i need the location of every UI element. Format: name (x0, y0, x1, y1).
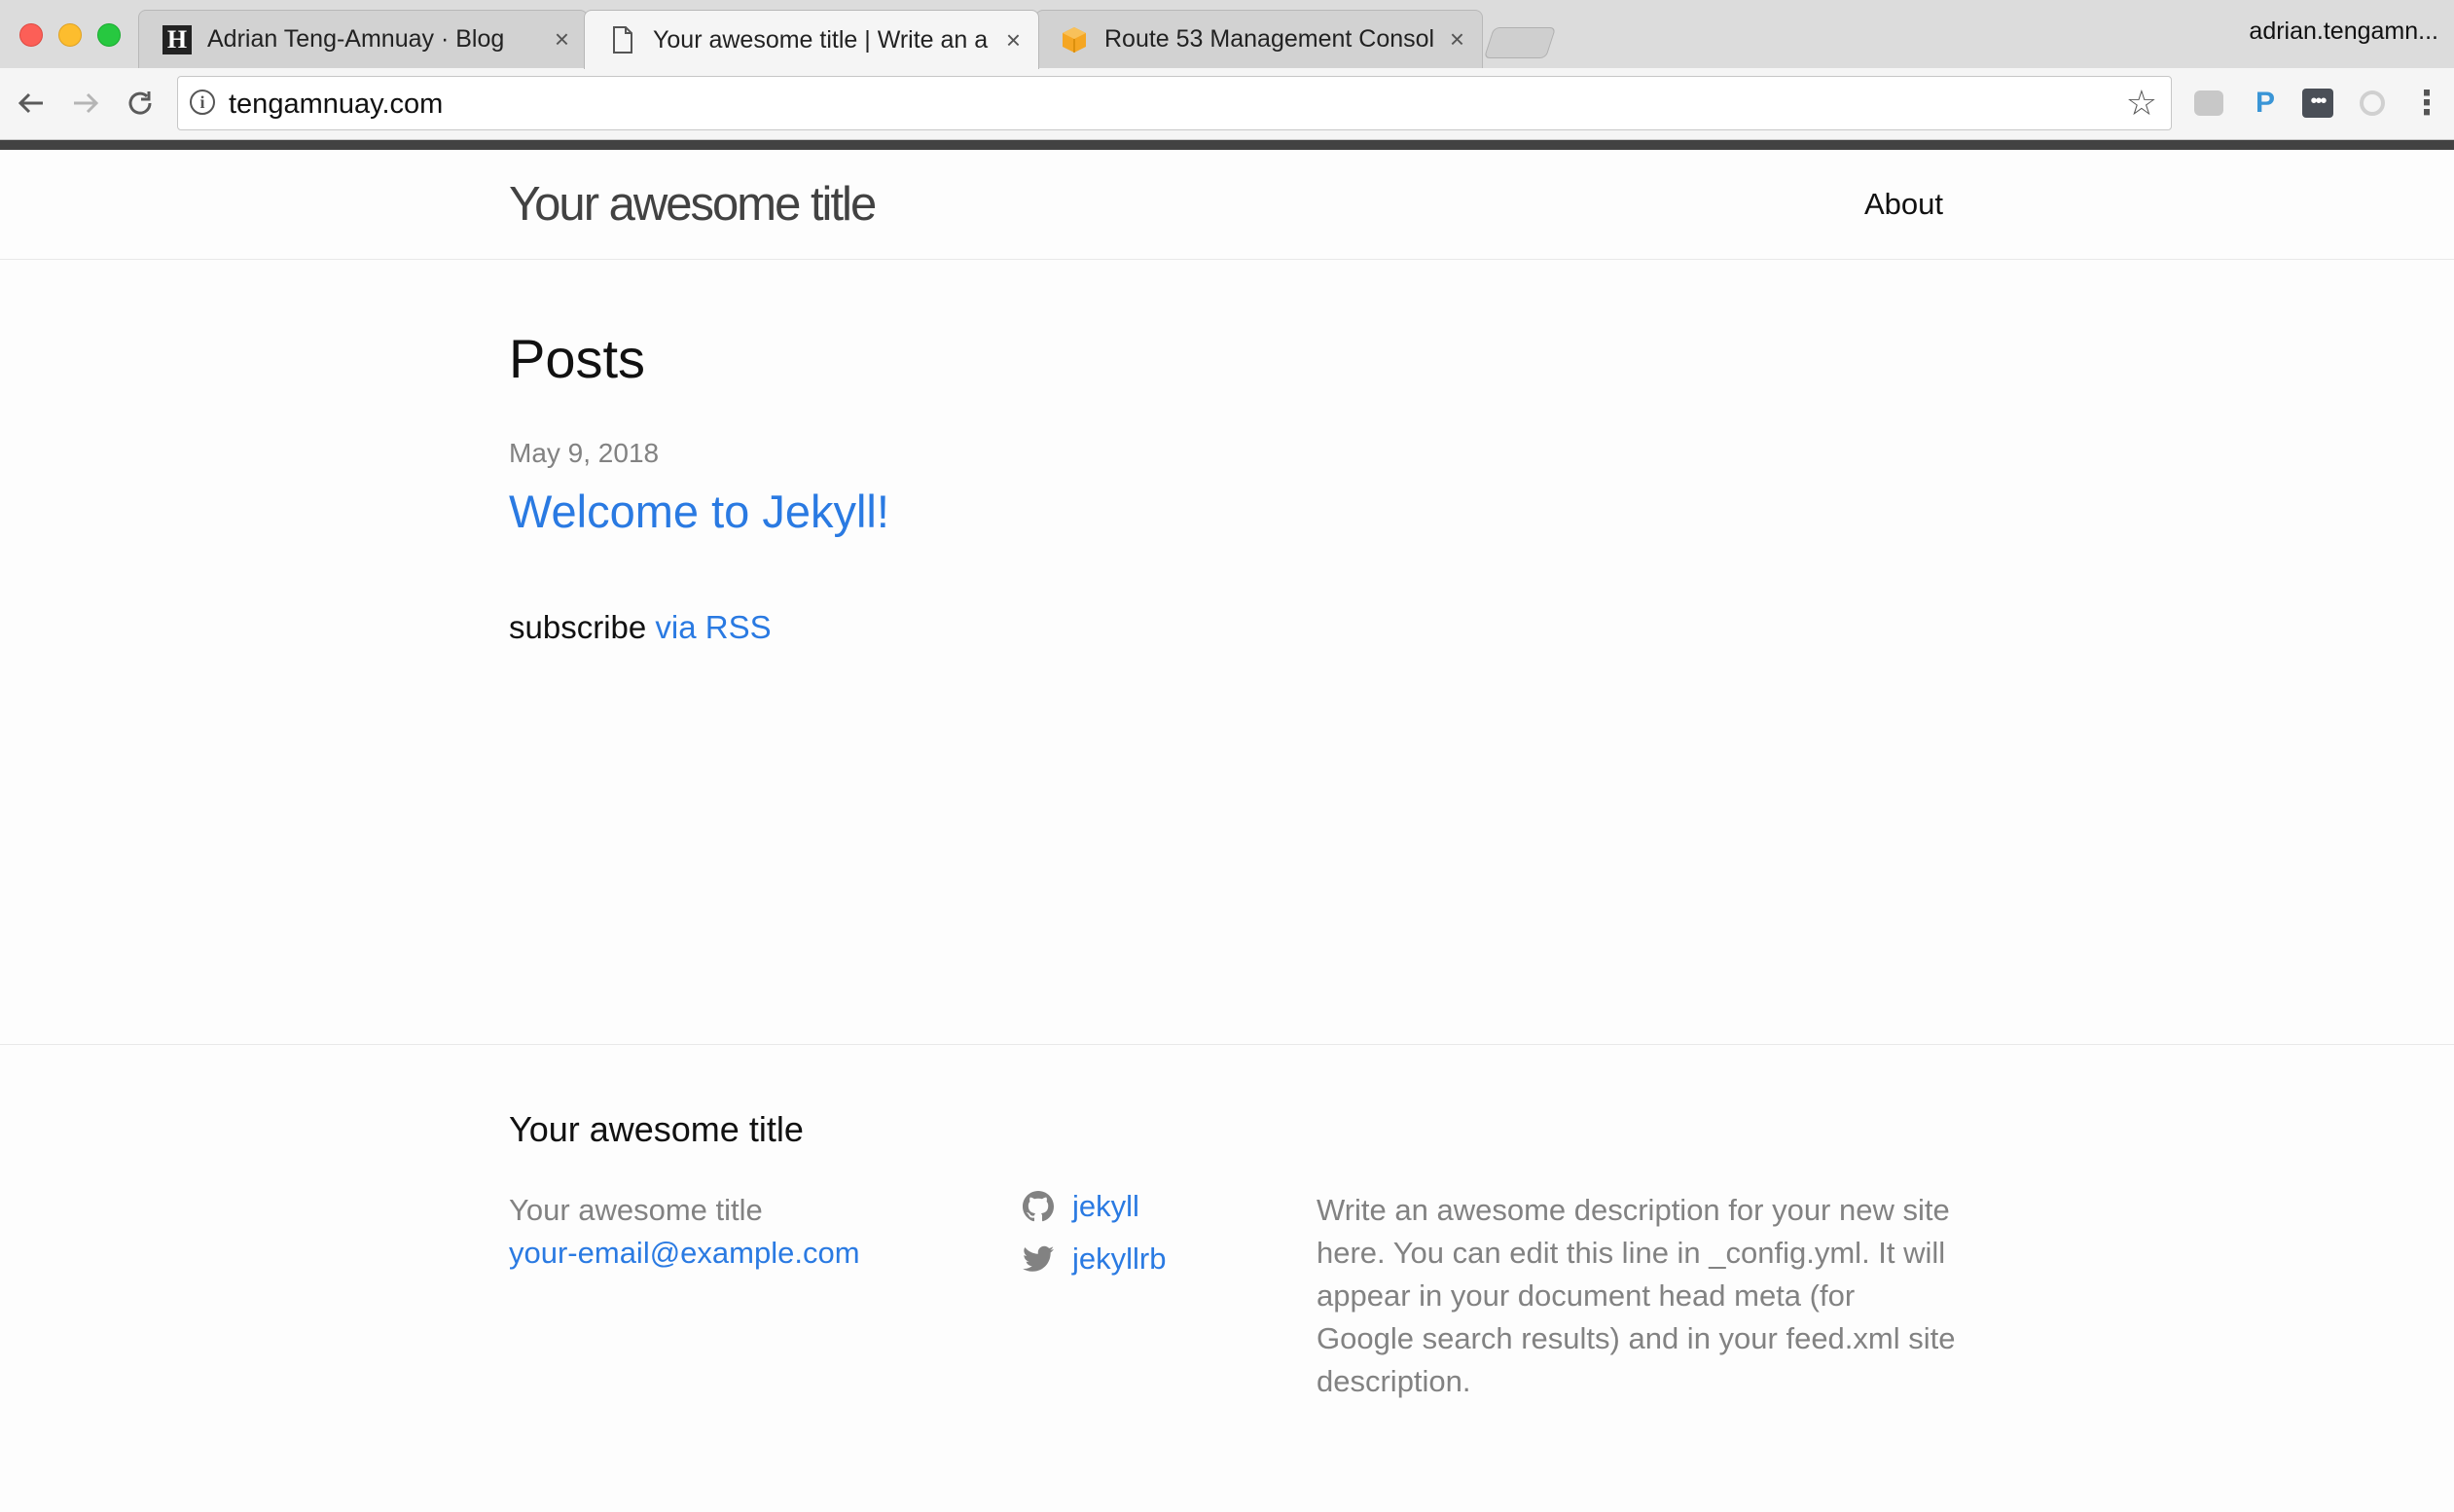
menu-kebab-icon[interactable]: ⋮ (2409, 85, 2444, 122)
aws-box-icon (1060, 25, 1089, 54)
site-top-border (0, 140, 2454, 150)
posts-heading: Posts (509, 328, 646, 389)
tab-awesome-title[interactable]: Your awesome title | Write an a × (584, 10, 1039, 69)
rss-line: subscribe via RSS (509, 609, 772, 646)
tab-strip: H Adrian Teng-Amnuay · Blog × Your aweso… (0, 0, 2454, 69)
new-tab-button[interactable] (1483, 27, 1557, 58)
profile-name[interactable]: adrian.tengamn... (2249, 18, 2438, 46)
maximize-window-button[interactable] (97, 23, 121, 47)
nav-about-link[interactable]: About (1864, 187, 1943, 222)
tab-blog[interactable]: H Adrian Teng-Amnuay · Blog × (138, 10, 588, 68)
forward-icon[interactable] (66, 84, 105, 123)
rss-prefix: subscribe (509, 609, 647, 645)
close-window-button[interactable] (19, 23, 43, 47)
extension-ring-icon[interactable] (2355, 86, 2390, 121)
github-link[interactable]: jekyll (1022, 1189, 1139, 1224)
close-tab-icon[interactable]: × (555, 24, 569, 54)
twitter-icon (1022, 1242, 1055, 1276)
tab-route53[interactable]: Route 53 Management Consol × (1035, 10, 1483, 68)
page-icon (608, 25, 637, 54)
footer-email-link[interactable]: your-email@example.com (509, 1232, 860, 1275)
tab-title: Your awesome title | Write an a (653, 25, 989, 54)
minimize-window-button[interactable] (58, 23, 82, 47)
site-header: Your awesome title About (0, 150, 2454, 260)
url-text[interactable]: tengamnuay.com (229, 89, 443, 121)
github-username[interactable]: jekyll (1072, 1189, 1139, 1224)
github-icon (1022, 1190, 1055, 1223)
post-title-link[interactable]: Welcome to Jekyll! (509, 485, 889, 538)
rss-link[interactable]: via RSS (655, 609, 771, 645)
close-tab-icon[interactable]: × (1450, 24, 1464, 54)
post-date: May 9, 2018 (509, 438, 660, 468)
extension-p-icon[interactable]: P (2248, 86, 2283, 121)
extension-chat-icon[interactable] (2191, 86, 2226, 121)
footer-name: Your awesome title (509, 1193, 763, 1227)
info-icon[interactable]: i (190, 90, 215, 115)
h-logo-icon: H (162, 24, 192, 54)
footer-contact: Your awesome title your-email@example.co… (509, 1189, 860, 1275)
browser-toolbar: i tengamnuay.com ☆ P ••• ⋮ (0, 68, 2454, 140)
twitter-username[interactable]: jekyllrb (1072, 1242, 1166, 1277)
extension-password-icon[interactable]: ••• (2300, 86, 2335, 121)
bookmark-star-icon[interactable]: ☆ (2126, 83, 2157, 124)
footer-description: Write an awesome description for your ne… (1317, 1193, 1956, 1398)
tab-title: Adrian Teng-Amnuay · Blog (207, 25, 505, 53)
back-icon[interactable] (12, 84, 51, 123)
twitter-link[interactable]: jekyllrb (1022, 1242, 1166, 1277)
site-footer: Your awesome title Your awesome title yo… (0, 1044, 2454, 1512)
address-bar[interactable]: i tengamnuay.com ☆ (177, 76, 2172, 130)
footer-heading: Your awesome title (509, 1109, 804, 1149)
tab-title: Route 53 Management Consol (1104, 25, 1435, 53)
reload-icon[interactable] (121, 84, 160, 123)
close-tab-icon[interactable]: × (1006, 25, 1021, 55)
site-title-link[interactable]: Your awesome title (509, 177, 877, 232)
